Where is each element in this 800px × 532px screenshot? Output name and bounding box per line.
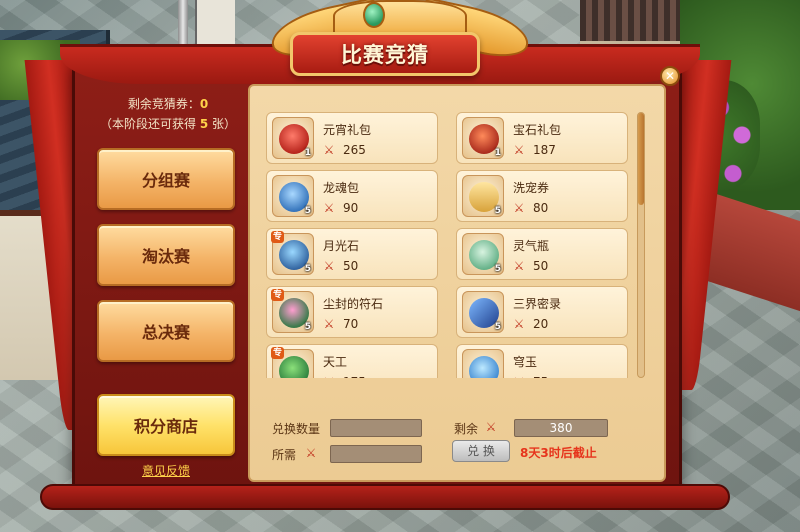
exchange-button[interactable]: 兑 换 [452,440,510,462]
tickets-label: 剩余竞猜券： [127,97,200,111]
crossed-swords-icon: ⚔ [513,317,525,331]
item-grid: 1 元宵礼包 ⚔ 265 1 宝石礼包 ⚔ 187 5 龙魂包 ⚔ 90 5 洗… [266,110,640,378]
item-name: 天工 [323,355,348,369]
item-card[interactable]: 5 灵气瓶 ⚔ 50 [456,228,628,280]
item-price: 20 [533,317,549,331]
crossed-swords-icon: ⚔ [485,420,497,434]
crossed-swords-icon: ⚔ [323,317,335,331]
crossed-swords-icon: ⚔ [305,446,317,460]
crossed-swords-icon: ⚔ [513,201,525,215]
close-icon: ✕ [664,69,676,83]
item-name: 灵气瓶 [513,239,550,253]
item-card[interactable]: 专 5 月光石 ⚔ 50 [266,228,438,280]
stage-tickets: （本阶段还可获得 5 张） [92,114,244,134]
quantity-input[interactable] [330,419,422,437]
item-icon-frame: 专 5 [271,289,314,333]
item-card[interactable]: 专 5 尘封的符石 ⚔ 70 [266,286,438,338]
final-stage-button[interactable]: 总决赛 [97,300,235,362]
item-count: 5 [304,322,311,332]
crest-gem-icon [363,2,385,28]
item-price: 50 [343,259,359,273]
item-count: 5 [494,264,501,274]
exclusive-tag: 专 [271,347,285,359]
crossed-swords-icon: ⚔ [323,259,335,273]
quantity-label: 兑换数量 [272,422,321,436]
required-points-field [330,445,422,463]
required-label: 所需 [272,448,297,462]
stage-value: 5 [199,117,209,131]
ticket-info: 剩余竞猜券：0 （本阶段还可获得 5 张） [92,94,244,136]
group-stage-button[interactable]: 分组赛 [97,148,235,210]
item-card[interactable]: 5 三界密录 ⚔ 20 [456,286,628,338]
item-icon-frame: 5 [462,349,504,378]
item-count: 5 [494,206,501,216]
item-icon-frame: 专 5 [271,231,314,275]
item-count: 1 [304,148,311,158]
item-price: 265 [343,143,366,157]
item-name: 宝石礼包 [513,123,562,137]
item-name: 月光石 [323,239,360,253]
item-card[interactable]: 专 5 天工 ⚔ 175 [266,344,438,378]
tiangong-craft-icon [279,356,309,378]
item-name: 洗宠券 [513,181,550,195]
item-icon-frame: 专 5 [271,347,314,378]
item-scrollbar[interactable] [637,112,645,378]
item-price: 80 [533,201,549,215]
item-price: 50 [533,259,549,273]
item-count: 5 [304,264,311,274]
item-card[interactable]: 5 洗宠券 ⚔ 80 [456,170,628,222]
title-plate: 比赛竞猜 [290,32,480,76]
remaining-label: 剩余 [454,422,479,436]
item-card[interactable]: 5 龙魂包 ⚔ 90 [266,170,438,222]
item-icon-frame: 5 [272,175,314,217]
item-icon-frame: 1 [272,117,314,159]
item-name: 三界密录 [513,297,562,311]
feedback-link[interactable]: 意见反馈 [97,462,235,478]
deadline-text: 8天3时后截止 [520,446,597,460]
item-count: 5 [304,206,311,216]
points-shop-button[interactable]: 积分商店 [97,394,235,456]
exclusive-tag: 专 [271,231,285,243]
close-button[interactable]: ✕ [660,66,680,86]
page-title: 比赛竞猜 [341,43,429,67]
item-card[interactable]: 1 元宵礼包 ⚔ 265 [266,112,438,164]
knockout-stage-button[interactable]: 淘汰赛 [97,224,235,286]
item-price: 90 [343,201,359,215]
item-count: 1 [494,148,501,158]
scroll-thumb[interactable] [638,113,644,205]
item-name: 尘封的符石 [323,297,384,311]
item-price: 175 [343,375,366,378]
item-icon-frame: 5 [462,291,504,333]
item-name: 龙魂包 [323,181,360,195]
crossed-swords-icon: ⚔ [323,201,335,215]
item-price: 70 [343,317,359,331]
crossed-swords-icon: ⚔ [323,143,335,157]
exclusive-tag: 专 [271,289,285,301]
crossed-swords-icon: ⚔ [512,375,526,378]
item-icon-frame: 5 [462,233,504,275]
crossed-swords-icon: ⚔ [322,375,336,378]
tickets-value: 0 [199,97,209,111]
crossed-swords-icon: ⚔ [513,143,525,157]
tickets-remaining: 剩余竞猜券：0 [92,94,244,114]
panel-bottom-bar [40,484,730,510]
item-name: 穹玉 [513,355,538,369]
item-price: 187 [533,143,556,157]
item-name: 元宵礼包 [323,123,372,137]
item-count: 5 [494,322,501,332]
item-price: 75 [533,375,548,378]
item-icon-frame: 5 [462,175,504,217]
stage-prefix: （本阶段还可获得 [99,117,196,131]
crossed-swords-icon: ⚔ [513,259,525,273]
sky-jade-icon [469,356,499,378]
stage-suffix: 张） [212,117,237,131]
remaining-points-field: 380 [514,419,608,437]
item-icon-frame: 1 [462,117,504,159]
item-card[interactable]: 1 宝石礼包 ⚔ 187 [456,112,628,164]
item-card[interactable]: 5 穹玉 ⚔ 75 [456,344,628,378]
